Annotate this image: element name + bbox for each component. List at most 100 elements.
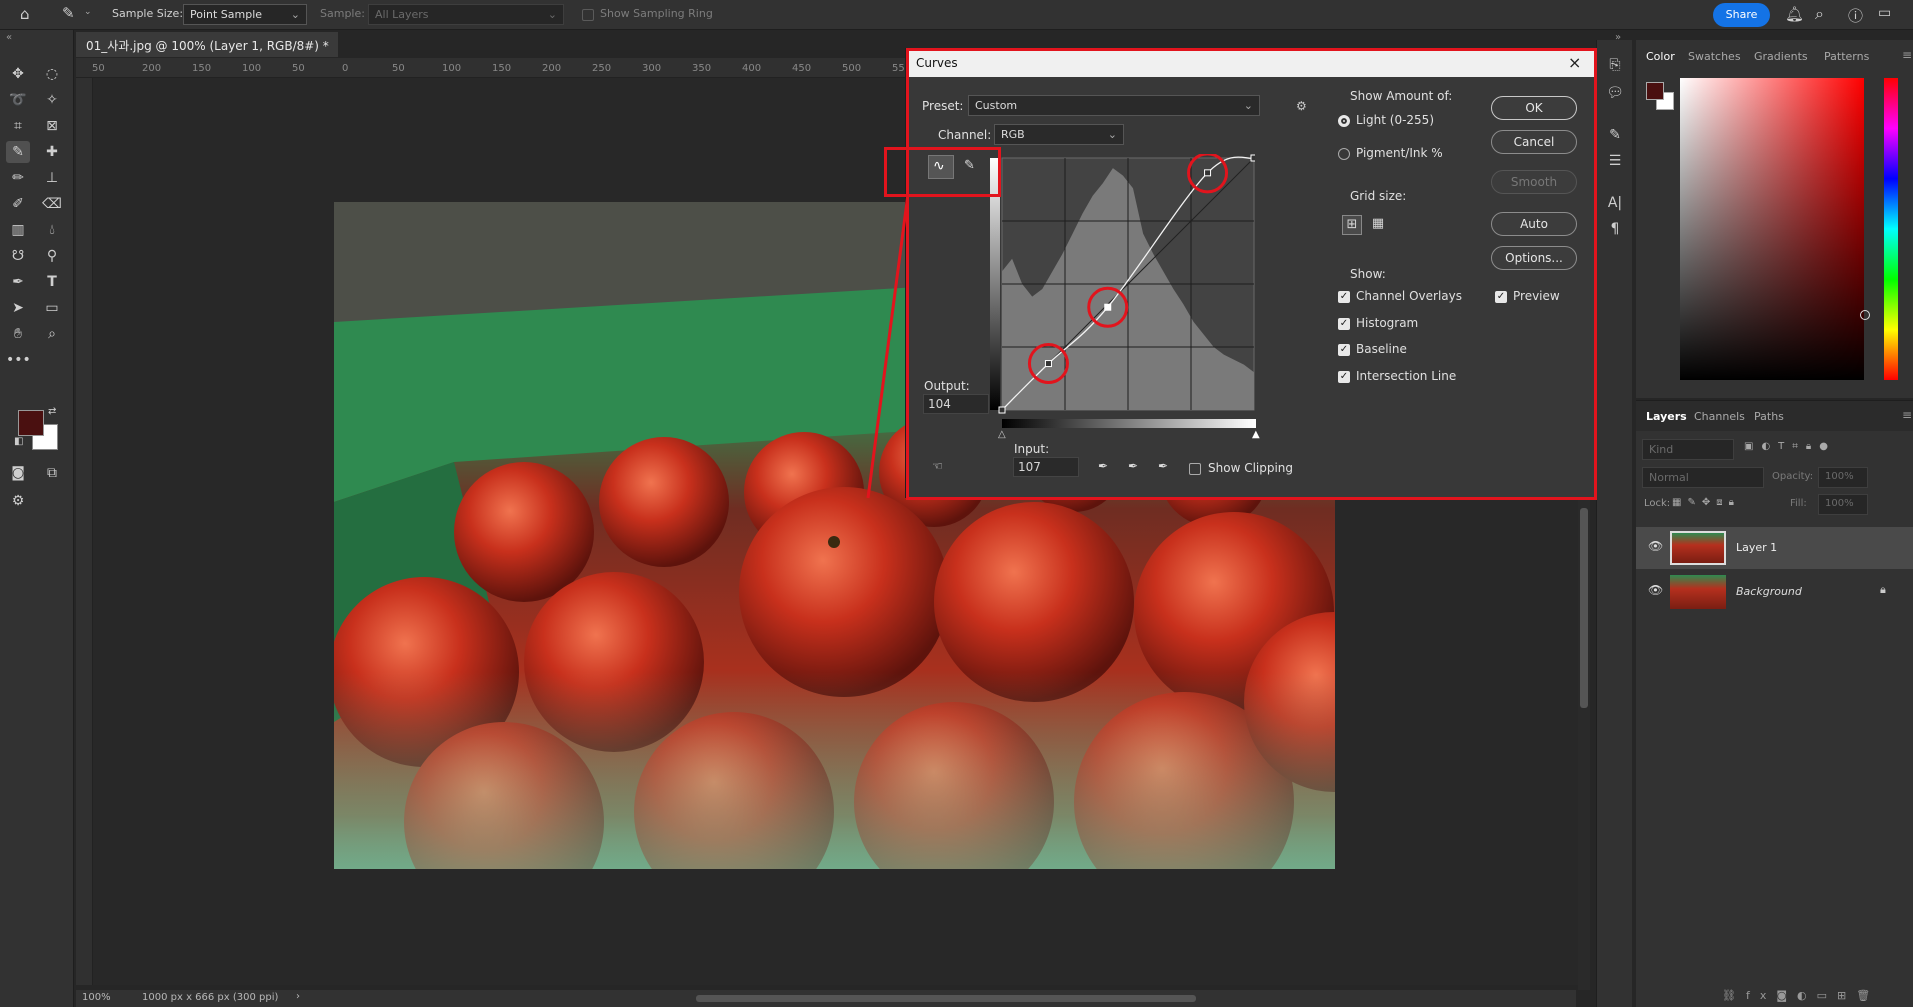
character-icon[interactable]: A| <box>1603 192 1627 214</box>
white-point-slider-icon[interactable]: ▲ <box>1252 429 1260 440</box>
channel-overlays-checkbox[interactable]: ✓ <box>1338 291 1350 303</box>
path-select-tool-icon[interactable]: ➤ <box>6 297 30 319</box>
quick-mask-icon[interactable]: ◙ <box>6 462 30 484</box>
lasso-tool-icon[interactable]: ➰ <box>6 89 30 111</box>
crop-tool-icon[interactable]: ⌗ <box>6 115 30 137</box>
history-icon[interactable]: ⎘ <box>1603 54 1627 76</box>
auto-button[interactable]: Auto <box>1491 212 1577 236</box>
histogram-checkbox[interactable]: ✓ <box>1338 318 1350 330</box>
paragraph-icon[interactable]: ¶ <box>1603 218 1627 240</box>
tab-patterns[interactable]: Patterns <box>1824 50 1869 63</box>
black-eyedropper-icon[interactable]: ✒ <box>1098 459 1108 473</box>
share-button[interactable]: Share <box>1713 3 1770 27</box>
eye-icon[interactable]: 👁︎ <box>1648 539 1663 553</box>
horizontal-scrollbar[interactable] <box>696 995 1196 1002</box>
panel-menu-icon[interactable]: ≡ <box>1902 48 1912 62</box>
search-icon[interactable]: ⌕ <box>1815 4 1824 24</box>
eyedropper-tool-icon[interactable]: ✎ <box>62 4 75 22</box>
collapse-icon[interactable]: » <box>1615 32 1621 43</box>
tool-preset-dropdown-icon[interactable]: ⌄ <box>84 7 92 17</box>
opacity-field[interactable]: 100% <box>1818 467 1868 488</box>
help-icon[interactable]: ⓘ <box>1848 5 1863 26</box>
brush-tool-icon[interactable]: ✏ <box>6 167 30 189</box>
layer-row-background[interactable]: 👁︎ Background 🔒︎ <box>1636 571 1913 613</box>
preset-select[interactable]: Custom ⌄ <box>968 95 1260 116</box>
rectangle-tool-icon[interactable]: ▭ <box>40 297 64 319</box>
history-brush-tool-icon[interactable]: ✐ <box>6 193 30 215</box>
curve-point-tool-button[interactable]: ∿ <box>928 155 954 179</box>
brushes-icon[interactable]: ✎ <box>1603 124 1627 146</box>
edit-toolbar-icon[interactable]: ⚙ <box>6 490 30 512</box>
sampling-ring-checkbox[interactable] <box>582 9 594 21</box>
eyedropper-tool-icon[interactable]: ✎ <box>6 141 30 163</box>
layer-footer-icons[interactable]: ⛓fx◙◐▭⊞🗑︎ <box>1722 989 1880 1002</box>
gray-eyedropper-icon[interactable]: ✒ <box>1128 459 1138 473</box>
tab-channels[interactable]: Channels <box>1694 410 1745 423</box>
layer-name[interactable]: Layer 1 <box>1736 541 1777 554</box>
detailed-grid-icon[interactable]: ▦ <box>1368 215 1388 235</box>
preview-checkbox[interactable]: ✓ <box>1495 291 1507 303</box>
output-field[interactable]: 104 <box>923 394 989 414</box>
dialog-title-bar[interactable]: Curves × <box>906 49 1594 77</box>
collapse-icon[interactable]: « <box>6 32 12 43</box>
curve-point[interactable] <box>1250 154 1258 162</box>
hue-slider[interactable] <box>1884 78 1898 380</box>
close-icon[interactable]: × <box>1568 53 1581 72</box>
screen-mode-icon[interactable]: ⧉ <box>40 462 64 484</box>
stamp-tool-icon[interactable]: ⊥ <box>40 167 64 189</box>
zoom-tool-icon[interactable]: ⌕ <box>40 323 64 345</box>
bell-icon[interactable]: 🔔︎ <box>1785 5 1804 23</box>
show-clipping-checkbox[interactable] <box>1189 463 1201 475</box>
marquee-tool-icon[interactable]: ◌ <box>40 63 64 85</box>
sample-select[interactable]: All Layers ⌄ <box>368 4 564 25</box>
pigment-radio[interactable] <box>1338 148 1350 160</box>
document-tab[interactable]: 01_사과.jpg @ 100% (Layer 1, RGB/8#) * × <box>76 32 338 68</box>
more-tools-icon[interactable]: ••• <box>6 349 31 371</box>
foreground-color-chip[interactable] <box>1646 82 1664 100</box>
chevron-right-icon[interactable]: › <box>296 991 300 1002</box>
smooth-button[interactable]: Smooth <box>1491 170 1577 194</box>
layer-kind-filter[interactable]: Kind <box>1642 439 1734 460</box>
default-colors-icon[interactable]: ◧ <box>14 436 23 447</box>
channel-select[interactable]: RGB ⌄ <box>994 124 1124 145</box>
curve-point[interactable] <box>1044 360 1052 368</box>
light-radio[interactable] <box>1338 115 1350 127</box>
panel-menu-icon[interactable]: ≡ <box>1902 408 1912 422</box>
filter-icons[interactable]: ▣◐T⌗🔒︎● <box>1744 441 1836 452</box>
on-image-adjust-icon[interactable]: ☜ <box>932 459 943 473</box>
comments-icon[interactable]: 💬︎ <box>1603 82 1627 104</box>
workspace-icon[interactable]: ▭ <box>1878 5 1891 21</box>
color-field[interactable] <box>1680 78 1870 380</box>
eye-icon[interactable]: 👁︎ <box>1648 583 1663 597</box>
intersection-line-checkbox[interactable]: ✓ <box>1338 371 1350 383</box>
blur-tool-icon[interactable]: 💧︎ <box>40 219 64 241</box>
layer-row-layer-1[interactable]: 👁︎ Layer 1 <box>1636 527 1913 569</box>
dodge-tool-icon[interactable]: ☋ <box>6 245 30 267</box>
tab-paths[interactable]: Paths <box>1754 410 1784 423</box>
gradient-tool-icon[interactable]: ▥ <box>6 219 30 241</box>
blend-mode-select[interactable]: Normal <box>1642 467 1764 488</box>
fill-field[interactable]: 100% <box>1818 494 1868 515</box>
frame-tool-icon[interactable]: ⊠ <box>40 115 64 137</box>
sponge-tool-icon[interactable]: ⚲ <box>40 245 64 267</box>
curves-graph-svg[interactable] <box>990 152 1258 419</box>
type-tool-icon[interactable]: T <box>40 271 64 293</box>
tab-swatches[interactable]: Swatches <box>1688 50 1741 63</box>
options-button[interactable]: Options... <box>1491 246 1577 270</box>
quick-select-tool-icon[interactable]: ✧ <box>40 89 64 111</box>
healing-brush-tool-icon[interactable]: ✚ <box>40 141 64 163</box>
simple-grid-icon[interactable]: ⊞ <box>1342 215 1362 235</box>
hand-tool-icon[interactable]: ✋︎ <box>6 323 30 345</box>
move-tool-icon[interactable]: ✥ <box>6 63 30 85</box>
layer-name[interactable]: Background <box>1736 585 1802 598</box>
curve-point[interactable] <box>1104 303 1112 311</box>
vertical-scrollbar-thumb[interactable] <box>1580 508 1588 708</box>
input-field[interactable]: 107 <box>1013 457 1079 477</box>
ok-button[interactable]: OK <box>1491 96 1577 120</box>
adjustments-icon[interactable]: ☰ <box>1603 150 1627 172</box>
lock-icons[interactable]: ▦✎✥⧈🔒︎ <box>1672 497 1740 508</box>
sample-size-select[interactable]: Point Sample ⌄ <box>183 4 307 25</box>
tab-color[interactable]: Color <box>1646 50 1675 63</box>
curve-point[interactable] <box>1204 169 1212 177</box>
baseline-checkbox[interactable]: ✓ <box>1338 344 1350 356</box>
